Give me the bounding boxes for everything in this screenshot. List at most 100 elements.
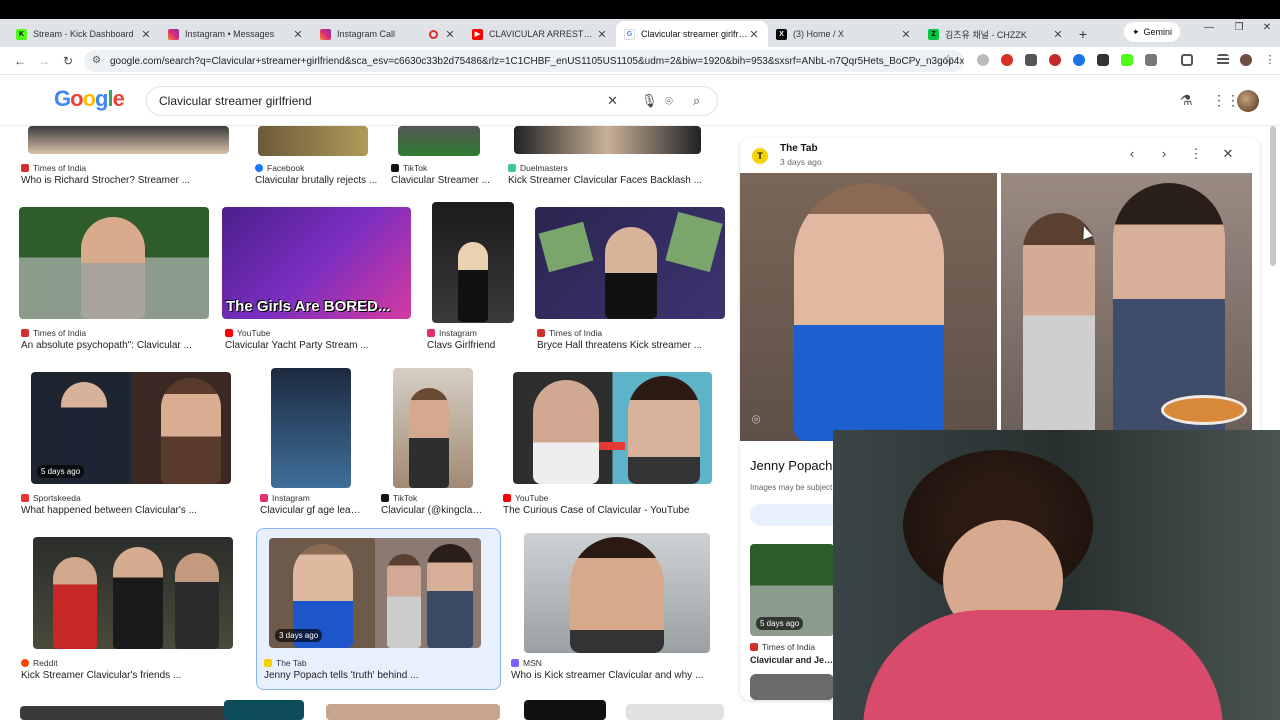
extension-icon[interactable]	[1049, 54, 1061, 66]
cast-icon[interactable]	[1181, 54, 1193, 66]
close-icon[interactable]: ✕	[900, 28, 912, 41]
result-image[interactable]	[524, 533, 710, 653]
result-image[interactable]	[398, 126, 480, 156]
bookmark-star-icon[interactable]: ☆	[943, 52, 954, 66]
tab-instagram-messages[interactable]: Instagram • Messages ✕	[160, 21, 312, 47]
result-image[interactable]	[535, 207, 725, 319]
puzzle-icon[interactable]	[1145, 54, 1157, 66]
result-image[interactable]: 5 days ago	[31, 372, 231, 484]
result-title[interactable]: Clavicular gf age leake...	[260, 505, 365, 516]
related-image[interactable]: 5 days ago	[750, 544, 834, 636]
address-bar-row: ← → ↻ ⚙ google.com/search?q=Clavicular+s…	[0, 47, 1280, 75]
reload-icon[interactable]: ↻	[56, 54, 80, 68]
new-tab-button[interactable]: +	[1072, 21, 1094, 47]
result-image[interactable]: The Girls Are BORED...	[222, 207, 411, 319]
minimize-button[interactable]: —	[1194, 22, 1224, 33]
result-title[interactable]: What happened between Clavicular's ...	[21, 505, 241, 516]
result-title[interactable]: Who is Kick streamer Clavicular and why …	[511, 670, 729, 681]
result-title[interactable]: Who is Richard Strocher? Streamer ...	[21, 175, 236, 186]
extension-icon[interactable]	[977, 54, 989, 66]
panel-source-name[interactable]: The Tab	[780, 143, 818, 154]
next-icon[interactable]: ›	[1154, 146, 1174, 161]
result-image[interactable]	[513, 372, 712, 484]
result-source: Reddit	[21, 658, 58, 668]
forward-icon[interactable]: →	[32, 54, 56, 68]
close-icon[interactable]: ✕	[1052, 28, 1064, 41]
result-image[interactable]	[524, 700, 606, 720]
result-image[interactable]	[432, 202, 514, 323]
mic-icon[interactable]: 🎙	[641, 93, 658, 109]
result-image[interactable]	[19, 207, 209, 319]
related-title[interactable]: Clavicular and Jenny	[750, 655, 834, 665]
search-icon[interactable]: ⌕	[693, 93, 700, 109]
result-title[interactable]: The Curious Case of Clavicular - YouTube	[503, 505, 728, 516]
youtube-icon: ▶	[472, 28, 483, 40]
back-icon[interactable]: ←	[8, 54, 32, 68]
reddit-icon	[21, 659, 29, 667]
result-title[interactable]: Bryce Hall threatens Kick streamer ...	[537, 340, 727, 351]
tab-x-home[interactable]: X (3) Home / X ✕	[768, 21, 920, 47]
gemini-button[interactable]: ✦ Gemini	[1124, 22, 1181, 42]
tab-kick-dashboard[interactable]: K Stream - Kick Dashboard ✕	[8, 21, 160, 47]
more-vert-icon[interactable]: ⋮	[1264, 54, 1276, 66]
tab-instagram-call[interactable]: Instagram Call ✕	[312, 21, 464, 47]
youtube-icon	[225, 329, 233, 337]
menu-list-icon[interactable]	[1217, 54, 1229, 66]
panel-title[interactable]: Jenny Popach t	[750, 458, 840, 473]
tab-chzzk[interactable]: Z 김츠유 채널 - CHZZK ✕	[920, 21, 1072, 47]
tab-youtube-video[interactable]: ▶ CLAVICULAR ARRESTED & M ✕	[464, 21, 616, 47]
scrollbar[interactable]	[1270, 126, 1276, 266]
extension-icon[interactable]	[1025, 54, 1037, 66]
kick-extension-icon[interactable]	[1121, 54, 1133, 66]
google-logo[interactable]: Google	[54, 86, 125, 112]
related-image[interactable]	[750, 674, 834, 700]
result-title[interactable]: Kick Streamer Clavicular Faces Backlash …	[508, 175, 718, 186]
clear-icon[interactable]: ✕	[607, 93, 618, 109]
preview-image[interactable]: ⌾	[740, 173, 1252, 441]
profile-icon[interactable]	[1240, 54, 1252, 66]
result-title[interactable]: Clavs Girlfriend	[427, 340, 527, 351]
lens-icon[interactable]: ⌾	[665, 93, 673, 109]
adblock-icon[interactable]	[1001, 54, 1013, 66]
close-icon[interactable]: ✕	[444, 28, 456, 41]
result-image[interactable]	[224, 700, 304, 720]
shield-icon[interactable]	[1097, 54, 1109, 66]
close-icon[interactable]: ✕	[1218, 146, 1238, 162]
result-title[interactable]: Clavicular (@kingclavi...	[381, 505, 485, 516]
labs-icon[interactable]: ⚗	[1180, 92, 1193, 109]
result-title[interactable]: Clavicular brutally rejects ...	[255, 175, 380, 186]
site-info-icon[interactable]: ⚙	[92, 55, 101, 66]
close-icon[interactable]: ✕	[140, 28, 152, 41]
result-image[interactable]	[33, 537, 233, 649]
close-icon[interactable]: ✕	[292, 28, 304, 41]
result-image[interactable]	[393, 368, 473, 488]
window-close-button[interactable]: ✕	[1252, 22, 1280, 33]
extension-icon[interactable]	[1073, 54, 1085, 66]
result-image[interactable]	[271, 368, 351, 488]
result-image[interactable]	[514, 126, 701, 154]
close-icon[interactable]: ✕	[596, 28, 608, 41]
result-title[interactable]: An absolute psychopath": Clavicular ...	[21, 340, 216, 351]
result-image[interactable]	[258, 126, 368, 156]
result-image[interactable]: 3 days ago	[269, 538, 481, 648]
result-title[interactable]: Jenny Popach tells 'truth' behind ...	[264, 670, 494, 681]
apps-grid-icon[interactable]: ⋮⋮	[1212, 92, 1240, 109]
lens-search-icon[interactable]: ⌾	[752, 411, 760, 428]
close-icon[interactable]: ✕	[748, 28, 760, 41]
tab-google-search[interactable]: G Clavicular streamer girlfriend ✕	[616, 21, 768, 47]
avatar[interactable]	[1237, 90, 1259, 112]
restore-button[interactable]: ❐	[1224, 22, 1254, 33]
result-image[interactable]	[626, 704, 724, 720]
search-input[interactable]: Clavicular streamer girlfriend ✕ 🎙 ⌾ ⌕	[146, 86, 718, 116]
previous-icon[interactable]: ‹	[1122, 146, 1142, 161]
result-image[interactable]	[28, 126, 229, 154]
url-bar[interactable]: ⚙ google.com/search?q=Clavicular+streame…	[84, 50, 964, 72]
result-title[interactable]: Clavicular Yacht Party Stream ...	[225, 340, 420, 351]
result-image[interactable]	[20, 706, 230, 720]
youtube-icon	[503, 494, 511, 502]
result-title[interactable]: Kick Streamer Clavicular's friends ...	[21, 670, 241, 681]
more-options-icon[interactable]: ⋮	[1186, 146, 1206, 162]
result-image[interactable]	[326, 704, 500, 720]
person-figure	[175, 553, 219, 649]
result-title[interactable]: Clavicular Streamer ...	[391, 175, 491, 186]
